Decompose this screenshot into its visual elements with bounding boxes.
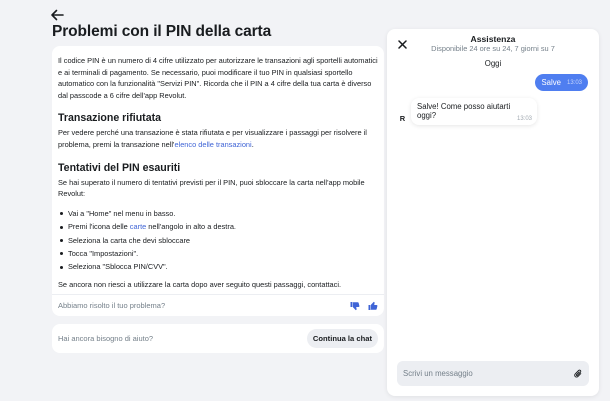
chat-date-separator: Oggi [484,59,502,68]
transactions-list-link[interactable]: elenco delle transazioni [174,140,251,149]
feedback-buttons [350,301,378,311]
outgoing-message-text: Salve [541,78,561,87]
thumbs-up-icon[interactable] [368,301,378,311]
list-item: Vai a "Home" nel menu in basso. [58,208,378,220]
feedback-question: Abbiamo risolto il tuo problema? [58,301,166,310]
paperclip-icon[interactable] [574,369,583,379]
section-heading-pin-attempts: Tentativi del PIN esauriti [58,161,181,174]
page-title: Problemi con il PIN della carta [52,23,272,40]
agent-avatar: R [399,114,406,123]
outgoing-message-time: 13:03 [566,79,582,86]
incoming-message-text: Salve! Come posso aiutarti oggi? [417,102,511,120]
help-card: Hai ancora bisogno di aiuto? Continua la… [52,324,384,353]
section-heading-declined: Transazione rifiutata [58,112,162,125]
cards-link[interactable]: carte [130,222,146,231]
message-input[interactable] [403,369,574,378]
incoming-message: Salve! Come posso aiutarti oggi? 13:03 [411,98,537,125]
list-item: Tocca "Impostazioni". [58,248,378,260]
help-question: Hai ancora bisogno di aiuto? [58,334,154,343]
list-item: Premi l'icona delle carte nell'angolo in… [58,221,378,233]
closing-text: Se ancora non riesci a utilizzare la car… [58,279,342,289]
continue-chat-button[interactable]: Continua la chat [306,329,378,348]
step-text-start: Premi l'icona delle [68,222,130,232]
chat-title: Assistenza [470,34,516,44]
back-arrow-icon[interactable] [50,9,64,21]
step-text-end: nell'angolo in alto a destra. [146,222,236,232]
section-text-declined: Per vedere perché una transazione è stat… [58,127,378,150]
list-item: Seleziona "Sblocca PIN/CVV". [58,261,378,273]
section-text-pin-attempts: Se hai superato il numero di tentativi p… [58,177,365,199]
article-body: Il codice PIN è un numero di 4 cifre uti… [52,46,384,291]
chat-panel: Assistenza Disponibile 24 ore su 24, 7 g… [387,29,599,396]
list-item: Seleziona la carta che devi sbloccare [58,235,378,247]
article-intro: Il codice PIN è un numero di 4 cifre uti… [58,56,378,100]
article-card: Il codice PIN è un numero di 4 cifre uti… [52,46,384,316]
incoming-message-time: 13:03 [516,116,532,122]
outgoing-message: Salve 13:03 [535,74,588,91]
feedback-row: Abbiamo risolto il tuo problema? [52,294,384,312]
thumbs-down-icon[interactable] [350,301,360,311]
chat-availability: Disponibile 24 ore su 24, 7 giorni su 7 [431,44,555,53]
declined-text-end: . [251,139,254,149]
unlock-steps-list: Vai a "Home" nel menu in basso. Premi l'… [58,208,378,273]
message-composer [397,361,589,386]
